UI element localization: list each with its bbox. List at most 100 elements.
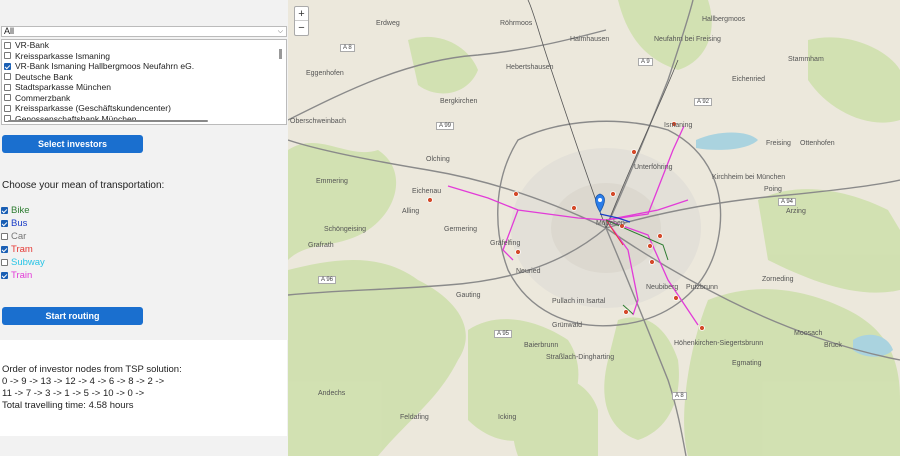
map-place-label: Eichenried [732,76,766,83]
map-place-label: München [596,220,625,227]
list-item[interactable]: VR-Bank [2,40,286,51]
bank-filter-select[interactable]: All ⌵ [1,26,287,37]
map-place-label: Kirchheim bei München [712,174,786,181]
map-place-label: Hebertshausen [506,64,554,71]
checkbox[interactable] [1,220,8,227]
investor-list[interactable]: VR-Bank Kreissparkasse Ismaning VR-Bank … [1,39,287,125]
map-place-label: Unterföhring [634,164,673,171]
transport-option-tram[interactable]: Tram [1,244,33,255]
map-place-label: Ottenhofen [800,140,835,147]
horizontal-scrollbar[interactable] [8,120,208,122]
list-item[interactable]: VR-Bank Ismaning Hallbergmoos Neufahrn e… [2,61,286,72]
map-place-label: Hallbergmoos [702,16,746,23]
list-item[interactable]: Stadtsparkasse München [2,82,286,93]
list-item[interactable]: Genossenschaftsbank München [2,114,286,125]
transport-option-train[interactable]: Train [1,270,32,281]
map-place-label: Haimhausen [570,36,610,43]
result-panel: Order of investor nodes from TSP solutio… [0,340,287,436]
map-place-label: Höhenkirchen-Siegertsbrunn [674,340,764,347]
transport-heading: Choose your mean of transportation: [2,180,165,191]
map-place-label: Pullach im Isartal [552,298,606,305]
road-shield: A 95 [494,330,513,338]
map-place-label: Icking [498,414,517,421]
checkbox[interactable] [1,272,8,279]
map-place-label: Moosach [794,330,823,337]
map-place-label: Andechs [318,390,346,397]
checkbox[interactable] [4,104,11,112]
chevron-down-icon: ⌵ [277,28,283,35]
total-travel-time: Total travelling time: 4.58 hours [2,400,134,411]
result-title: Order of investor nodes from TSP solutio… [2,364,182,375]
start-routing-button[interactable]: Start routing [2,307,143,325]
map-canvas[interactable] [288,0,900,456]
map-place-label: Baierbrunn [524,342,559,349]
checkbox[interactable] [1,246,8,253]
map-place-label: Arzing [786,208,806,215]
map-place-label: Neufahrn bei Freising [654,36,721,43]
checkbox[interactable] [4,62,11,70]
map-place-label: Alling [402,208,420,215]
map-place-label: Grünwald [552,322,582,329]
list-item[interactable]: Commerzbank [2,93,286,104]
zoom-in-button[interactable]: + [295,7,308,21]
checkbox[interactable] [1,233,8,240]
map-place-label: Grafrath [308,242,334,249]
route-map[interactable]: + − Erdweg Röhrmoos Hallbergmoos Haimhau… [288,0,900,456]
checkbox[interactable] [1,259,8,266]
map-place-label: Gräfelfing [490,240,521,247]
transport-option-bus[interactable]: Bus [1,218,27,229]
transport-option-subway[interactable]: Subway [1,257,45,268]
vertical-scrollbar[interactable] [279,49,282,59]
transport-label: Bike [11,205,30,216]
map-place-label: Bruck [824,342,842,349]
transport-label: Car [11,231,27,242]
map-place-label: Oberschweinbach [290,118,347,125]
select-investors-button[interactable]: Select investors [2,135,143,153]
map-place-label: Feldafing [400,414,429,421]
map-place-label: Putzbrunn [686,284,718,291]
checkbox[interactable] [4,52,11,60]
road-shield: A 92 [694,98,713,106]
road-shield: A 8 [672,392,687,400]
map-place-label: Röhrmoos [500,20,533,27]
map-place-label: Bergkirchen [440,98,478,105]
map-place-label: Ismaning [664,122,693,129]
transport-label: Tram [11,244,33,255]
map-place-label: Schöngeising [324,226,367,233]
sidebar: All ⌵ VR-Bank Kreissparkasse Ismaning VR… [0,0,288,456]
map-place-label: Eichenau [412,188,442,195]
zoom-out-button[interactable]: − [295,21,308,35]
map-place-label: Germering [444,226,478,233]
transport-option-bike[interactable]: Bike [1,205,29,216]
transport-label: Train [11,270,33,281]
checkbox[interactable] [4,73,11,81]
route-order-line-2: 11 -> 7 -> 3 -> 1 -> 5 -> 10 -> 0 -> [2,388,145,399]
checkbox[interactable] [1,207,8,214]
transport-option-car[interactable]: Car [1,231,26,242]
transport-label: Bus [11,218,28,229]
zoom-control[interactable]: + − [294,6,309,36]
map-place-label: Neuried [516,268,541,275]
road-shield: A 8 [340,44,355,52]
map-place-label: Olching [426,156,450,163]
road-shield: A 96 [318,276,337,284]
list-item[interactable]: Kreissparkasse (Geschäftskundencenter) [2,103,286,114]
map-place-label: Stammham [788,56,824,63]
transport-label: Subway [11,257,45,268]
list-item[interactable]: Deutsche Bank [2,72,286,83]
map-place-label: Eggenhofen [306,70,344,77]
map-place-label: Straßlach-Dingharting [546,354,615,361]
map-place-label: Egmating [732,360,762,367]
checkbox[interactable] [4,94,11,102]
list-item[interactable]: Kreissparkasse Ismaning [2,51,286,62]
map-place-label: Gauting [456,292,481,299]
checkbox[interactable] [4,41,11,49]
bank-filter-value: All [4,26,15,36]
checkbox[interactable] [4,83,11,91]
map-place-label: Emmering [316,178,348,185]
map-place-label: Poing [764,186,782,193]
road-shield: A 99 [436,122,455,130]
road-shield: A 9 [638,58,653,66]
map-place-label: Neubiberg [646,284,679,291]
map-place-label: Erdweg [376,20,400,27]
